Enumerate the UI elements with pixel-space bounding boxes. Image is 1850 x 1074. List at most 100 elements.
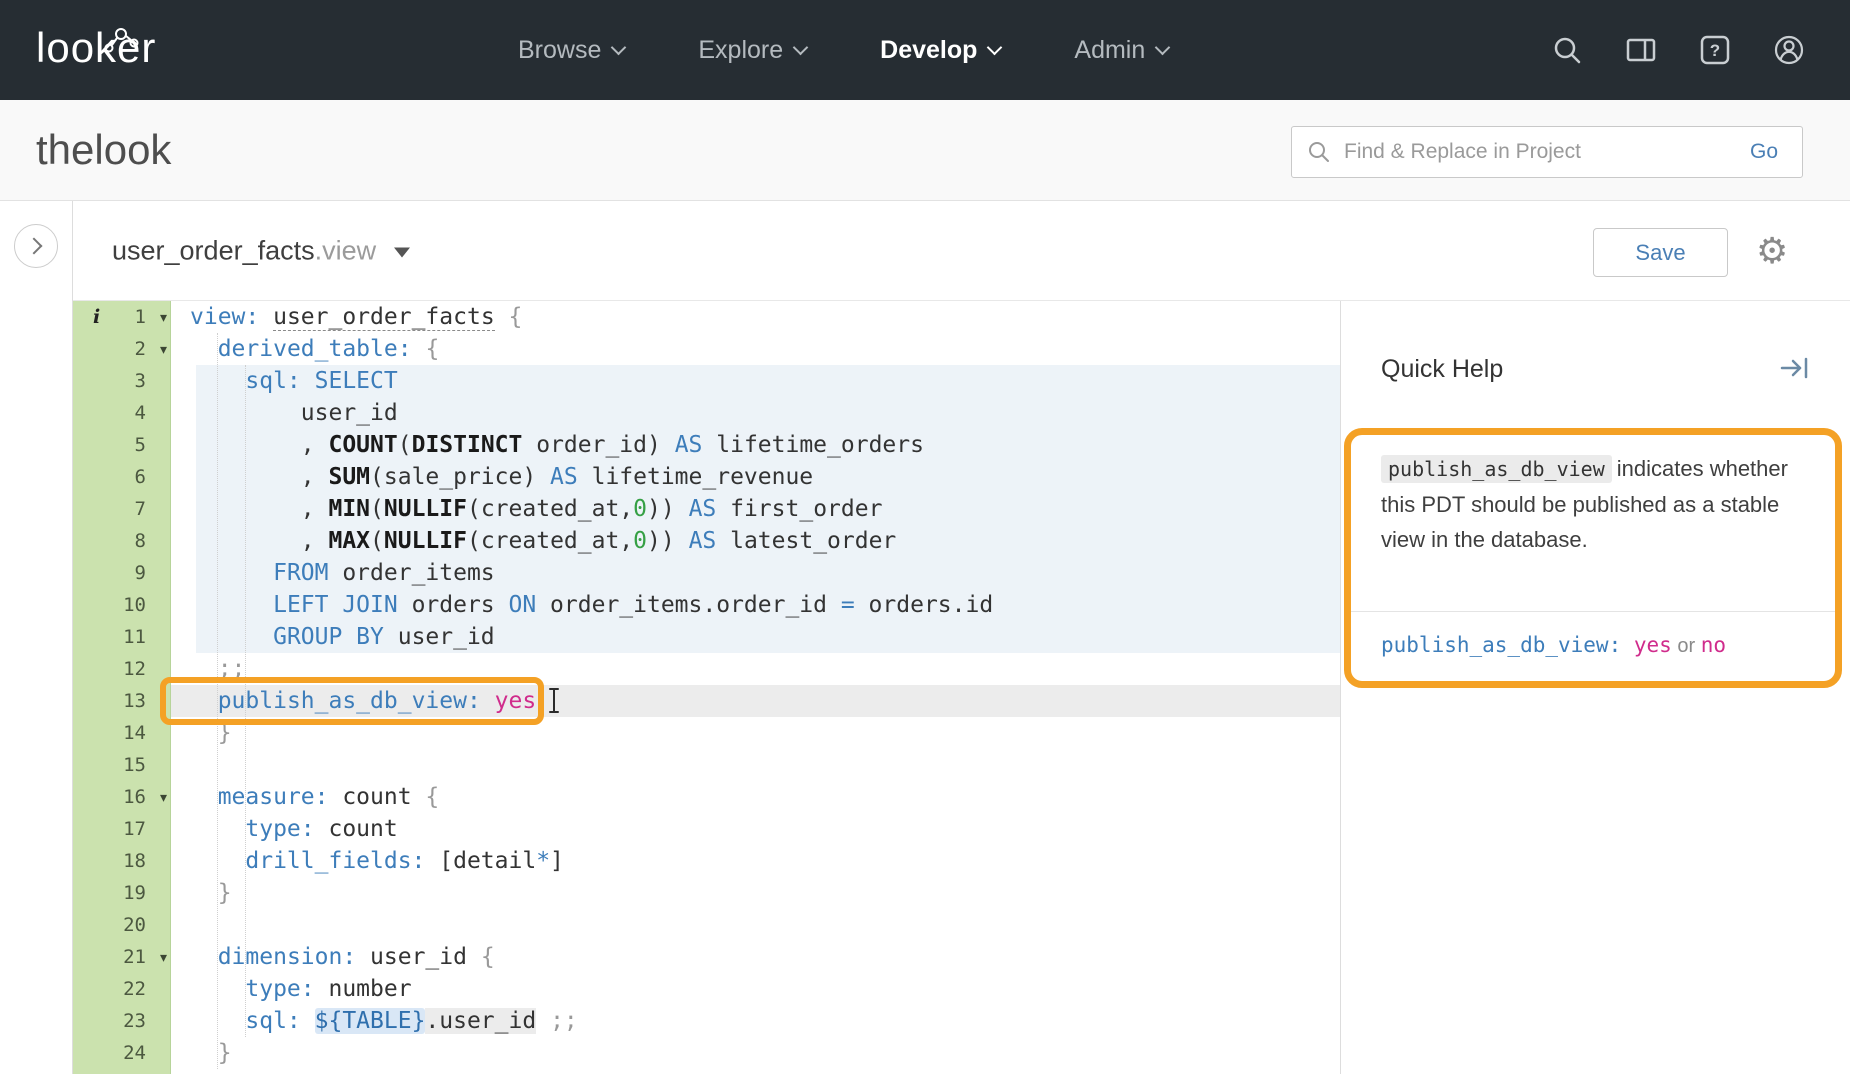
code-line[interactable]: type: number bbox=[171, 973, 1340, 1005]
line-number: 20 bbox=[123, 909, 146, 941]
code-token bbox=[190, 1040, 218, 1066]
code-editor[interactable]: i1▾2▾345678910111213141516▾1718192021▾22… bbox=[73, 301, 1340, 1074]
code-area[interactable]: view: user_order_facts { derived_table: … bbox=[171, 301, 1340, 1074]
code-line[interactable]: } bbox=[171, 1037, 1340, 1069]
gutter-line[interactable]: 5 bbox=[73, 429, 170, 461]
code-token: SUM bbox=[328, 464, 370, 490]
logo-atom-icon bbox=[100, 26, 144, 56]
fold-caret-icon[interactable]: ▾ bbox=[160, 941, 167, 973]
gutter-line[interactable]: i 1 ▾ bbox=[73, 301, 170, 333]
code-line[interactable]: type: count bbox=[171, 813, 1340, 845]
code-line[interactable] bbox=[171, 909, 1340, 941]
gutter-line[interactable]: 16 ▾ bbox=[73, 781, 170, 813]
code-line[interactable]: , SUM(sale_price) AS lifetime_revenue bbox=[171, 461, 1340, 493]
code-token: AS bbox=[550, 464, 578, 490]
gutter-line[interactable]: 15 bbox=[73, 749, 170, 781]
code-line[interactable]: , MIN(NULLIF(created_at,0)) AS first_ord… bbox=[171, 493, 1340, 525]
gutter-line[interactable]: 23 bbox=[73, 1005, 170, 1037]
go-button[interactable]: Go bbox=[1744, 139, 1784, 165]
chevron-down-icon bbox=[793, 39, 809, 55]
code-line[interactable]: , COUNT(DISTINCT order_id) AS lifetime_o… bbox=[171, 429, 1340, 461]
info-icon: i bbox=[93, 301, 100, 333]
code-token bbox=[536, 1008, 550, 1034]
gutter-line[interactable]: 14 bbox=[73, 717, 170, 749]
nav-item-browse[interactable]: Browse bbox=[518, 36, 624, 65]
line-number: 4 bbox=[135, 397, 146, 429]
code-line[interactable]: GROUP BY user_id bbox=[171, 621, 1340, 653]
code-line[interactable]: ;; bbox=[171, 653, 1340, 685]
nav-label: Admin bbox=[1074, 36, 1145, 65]
gutter-line[interactable]: 7 bbox=[73, 493, 170, 525]
nav-item-admin[interactable]: Admin bbox=[1074, 36, 1168, 65]
code-line[interactable]: LEFT JOIN orders ON order_items.order_id… bbox=[171, 589, 1340, 621]
expand-sidebar-button[interactable] bbox=[14, 224, 58, 268]
code-line[interactable]: publish_as_db_view: yes bbox=[171, 685, 1340, 717]
code-token: drill_fields: bbox=[245, 848, 425, 874]
code-line[interactable]: drill_fields: [detail*] bbox=[171, 845, 1340, 877]
line-number: 16 bbox=[123, 781, 146, 813]
collapse-panel-icon[interactable] bbox=[1780, 357, 1810, 379]
gutter-line[interactable]: 4 bbox=[73, 397, 170, 429]
fold-caret-icon[interactable]: ▾ bbox=[160, 333, 167, 365]
fold-caret-icon[interactable]: ▾ bbox=[160, 781, 167, 813]
line-number: 2 bbox=[135, 333, 146, 365]
gear-icon[interactable]: ⚙ bbox=[1756, 230, 1788, 272]
gutter-line[interactable]: 2▾ bbox=[73, 333, 170, 365]
code-token: MIN bbox=[328, 496, 370, 522]
code-line[interactable]: derived_table: { bbox=[171, 333, 1340, 365]
gutter-line[interactable]: 9 bbox=[73, 557, 170, 589]
code-line[interactable]: measure: count { bbox=[171, 781, 1340, 813]
gutter-line[interactable]: 6 bbox=[73, 461, 170, 493]
gutter-line[interactable]: 19 bbox=[73, 877, 170, 909]
code-token: user_id bbox=[384, 624, 495, 650]
svg-text:?: ? bbox=[1710, 41, 1720, 60]
code-token: lifetime_orders bbox=[702, 432, 924, 458]
nav-item-develop[interactable]: Develop bbox=[880, 36, 1000, 65]
code-token: dimension: bbox=[218, 944, 356, 970]
gutter-line[interactable]: 11 bbox=[73, 621, 170, 653]
top-nav: looker Browse Explore Develop bbox=[0, 0, 1850, 100]
gutter-line[interactable]: 12 bbox=[73, 653, 170, 685]
save-button[interactable]: Save bbox=[1593, 228, 1728, 277]
project-title: thelook bbox=[36, 126, 171, 174]
account-icon[interactable] bbox=[1774, 35, 1804, 65]
code-line[interactable]: user_id bbox=[171, 397, 1340, 429]
help-icon[interactable]: ? bbox=[1700, 35, 1730, 65]
code-line[interactable]: } bbox=[171, 877, 1340, 909]
line-number: 1 bbox=[135, 301, 146, 333]
gutter-line[interactable]: 18 bbox=[73, 845, 170, 877]
fold-caret-icon[interactable]: ▾ bbox=[160, 301, 167, 333]
gutter-line[interactable]: 17 bbox=[73, 813, 170, 845]
code-line[interactable]: view: user_order_facts { bbox=[171, 301, 1340, 333]
main-nav: Browse Explore Develop Admin bbox=[518, 0, 1168, 100]
code-line[interactable]: , MAX(NULLIF(created_at,0)) AS latest_or… bbox=[171, 525, 1340, 557]
code-token: DISTINCT bbox=[412, 432, 523, 458]
code-line[interactable]: } bbox=[171, 717, 1340, 749]
code-token: latest_order bbox=[716, 528, 896, 554]
code-line[interactable]: sql: ${TABLE}.user_id ;; bbox=[171, 1005, 1340, 1037]
gutter-line[interactable]: 10 bbox=[73, 589, 170, 621]
code-token: ] bbox=[550, 848, 564, 874]
gutter-line[interactable]: 8 bbox=[73, 525, 170, 557]
file-title-dropdown[interactable]: user_order_facts.view bbox=[112, 235, 410, 266]
search-icon[interactable] bbox=[1552, 35, 1582, 65]
code-line[interactable]: sql: SELECT bbox=[171, 365, 1340, 397]
nav-label: Develop bbox=[880, 36, 977, 65]
gutter-line[interactable]: 13 bbox=[73, 685, 170, 717]
code-line[interactable]: FROM order_items bbox=[171, 557, 1340, 589]
code-token: )) bbox=[647, 496, 689, 522]
code-token: user_order_facts bbox=[273, 304, 495, 331]
boards-icon[interactable] bbox=[1626, 35, 1656, 65]
code-token: order_id) bbox=[522, 432, 674, 458]
gutter-line[interactable]: 21▾ bbox=[73, 941, 170, 973]
gutter-line[interactable]: 3 bbox=[73, 365, 170, 397]
code-line[interactable]: dimension: user_id { bbox=[171, 941, 1340, 973]
nav-item-explore[interactable]: Explore bbox=[698, 36, 806, 65]
looker-logo[interactable]: looker bbox=[36, 24, 156, 72]
gutter-line[interactable]: 20 bbox=[73, 909, 170, 941]
find-replace-input[interactable] bbox=[1331, 139, 1726, 165]
gutter-line[interactable]: 22 bbox=[73, 973, 170, 1005]
gutter-line[interactable]: 24 bbox=[73, 1037, 170, 1069]
code-token: )) bbox=[647, 528, 689, 554]
code-line[interactable] bbox=[171, 749, 1340, 781]
